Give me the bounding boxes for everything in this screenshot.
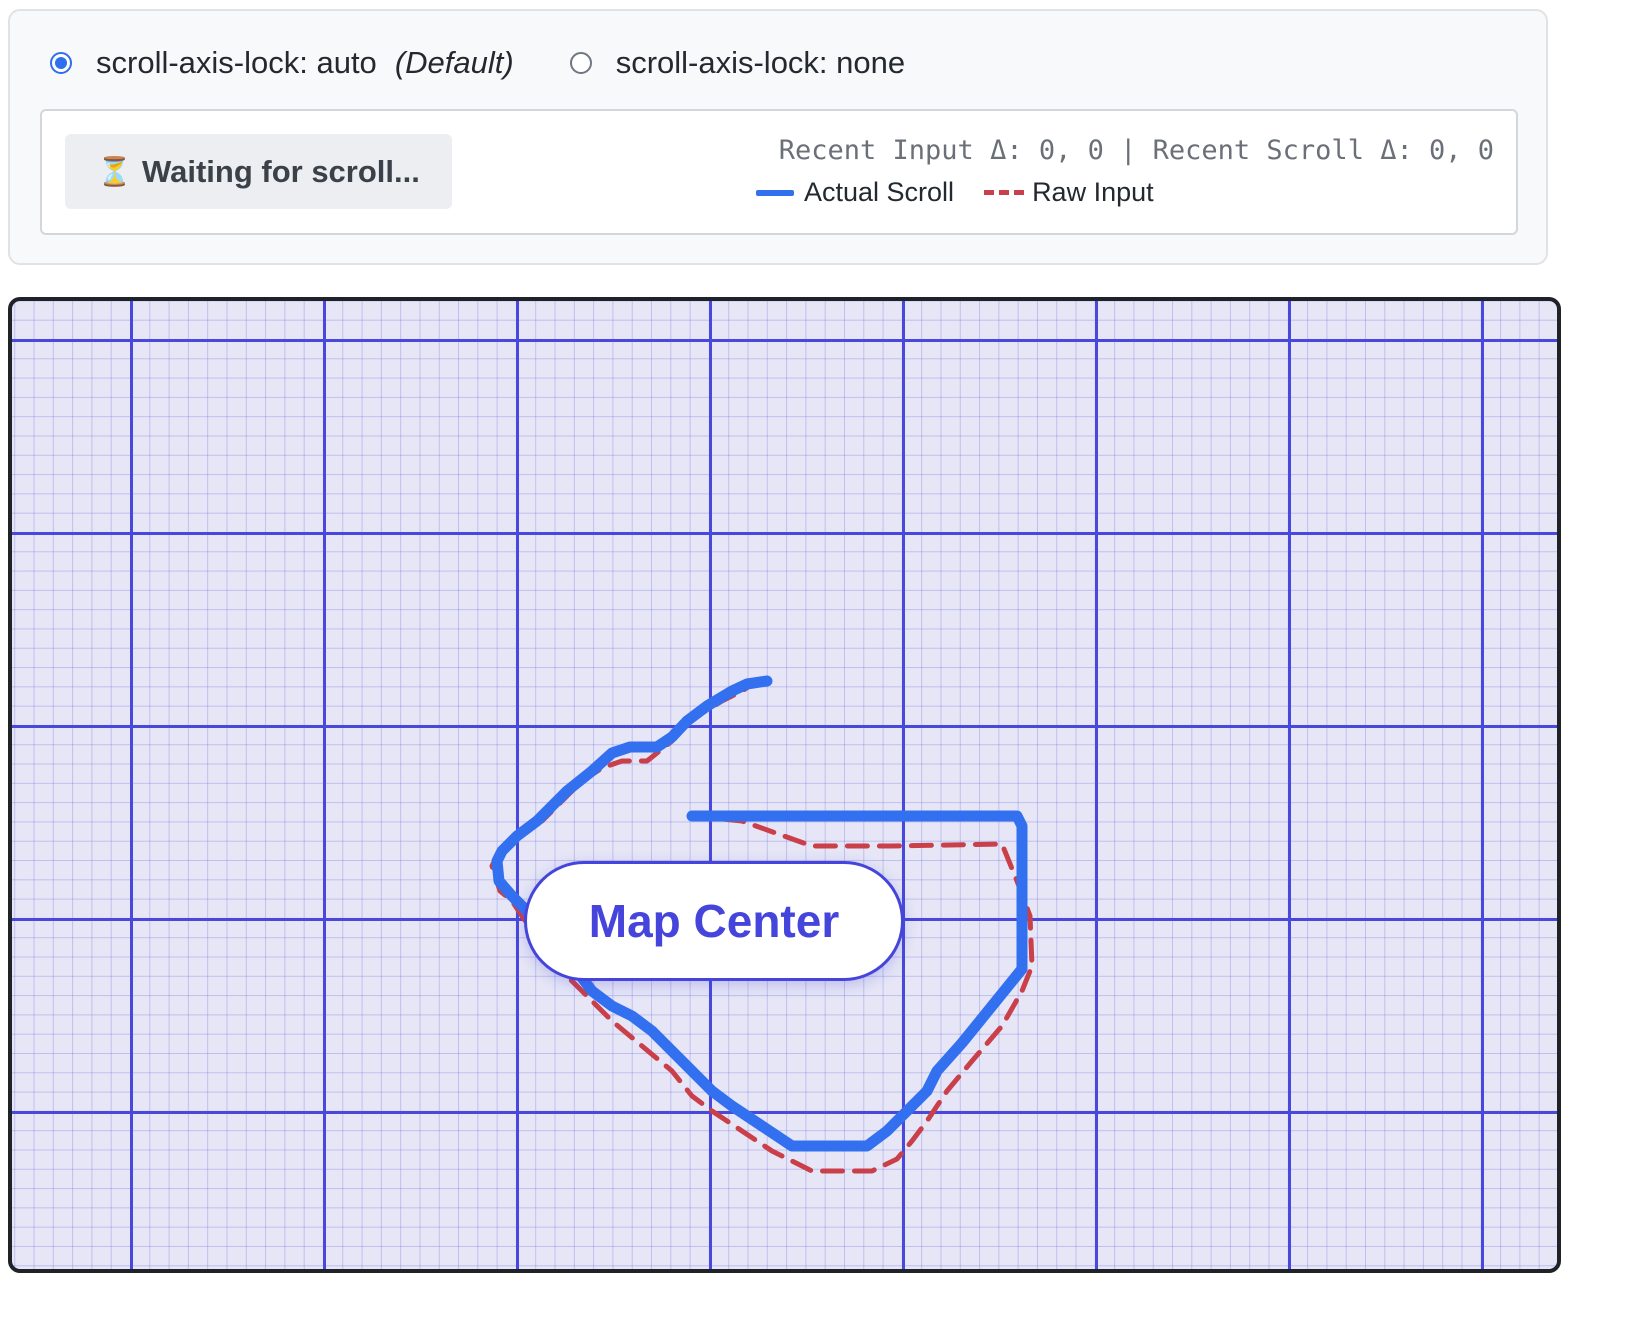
- legend-label-actual-scroll: Actual Scroll: [804, 177, 955, 207]
- default-note: (Default): [394, 45, 514, 80]
- legend-item-raw-input: Raw Input: [984, 177, 1154, 208]
- radio-button-auto[interactable]: [50, 52, 72, 74]
- legend-swatch-actual-scroll: [756, 189, 794, 196]
- scroll-axis-lock-options: scroll-axis-lock: auto (Default) scroll-…: [50, 41, 961, 85]
- map-center-label: Map Center: [524, 861, 904, 981]
- radio-button-none[interactable]: [569, 52, 592, 74]
- delta-readout: Recent Input Δ: 0, 0 | Recent Scroll Δ: …: [778, 135, 1494, 166]
- legend-item-actual-scroll: Actual Scroll: [756, 177, 954, 208]
- status-text: Waiting for scroll...: [142, 153, 420, 189]
- radio-option-auto[interactable]: scroll-axis-lock: auto (Default): [50, 45, 514, 81]
- status-badge: ⏳ Waiting for scroll...: [65, 134, 452, 209]
- controls-panel: scroll-axis-lock: auto (Default) scroll-…: [8, 9, 1548, 265]
- legend-label-raw-input: Raw Input: [1032, 177, 1154, 207]
- trail-layer: [489, 675, 1035, 1174]
- radio-label-none: scroll-axis-lock: none: [615, 45, 906, 80]
- radio-option-none[interactable]: scroll-axis-lock: none: [569, 45, 906, 81]
- scroll-map[interactable]: Map Center: [8, 297, 1561, 1273]
- legend: Actual Scroll Raw Input: [756, 177, 1184, 208]
- hourglass-icon: ⏳: [97, 156, 132, 187]
- radio-label-auto: scroll-axis-lock: auto: [96, 45, 377, 80]
- legend-swatch-raw-input: [984, 190, 1025, 195]
- status-panel: ⏳ Waiting for scroll... Recent Input Δ: …: [40, 109, 1518, 235]
